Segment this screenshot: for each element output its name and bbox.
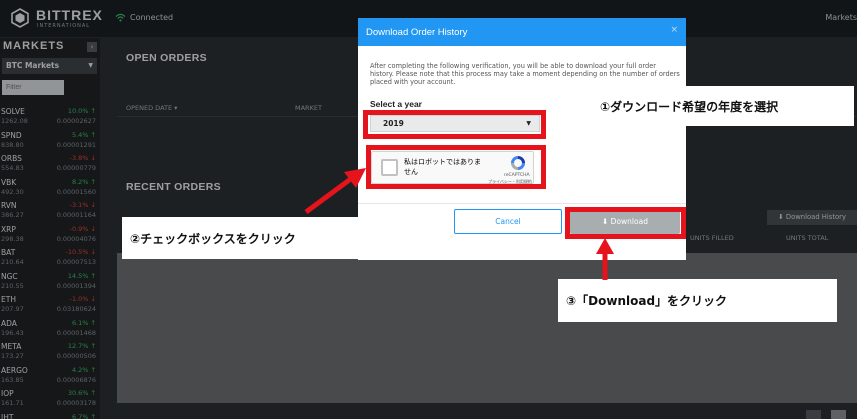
modal-title: Download Order History bbox=[366, 27, 468, 38]
modal-description: After completing the following verificat… bbox=[370, 62, 680, 87]
year-select-label: Select a year bbox=[370, 99, 422, 109]
arrow-to-captcha-icon bbox=[304, 168, 366, 215]
highlight-year-select bbox=[363, 110, 546, 139]
close-icon[interactable]: × bbox=[670, 25, 678, 35]
highlight-download bbox=[565, 207, 686, 239]
callout-step2: ②チェックボックスをクリック bbox=[122, 217, 400, 259]
modal-footer-divider bbox=[358, 203, 686, 204]
callout-step1: ①ダウンロード希望の年度を選択 bbox=[592, 86, 854, 126]
modal-header: Download Order History × bbox=[358, 18, 686, 46]
arrow-to-download-icon bbox=[596, 238, 614, 280]
highlight-captcha bbox=[366, 145, 546, 189]
cancel-button[interactable]: Cancel bbox=[454, 209, 562, 234]
callout-step3: ③「Download」をクリック bbox=[558, 279, 837, 322]
